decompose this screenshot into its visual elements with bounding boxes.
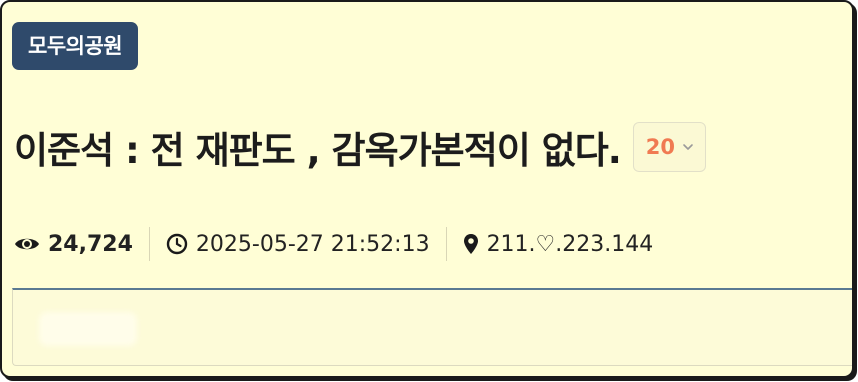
comment-count: 20 (645, 135, 676, 159)
post-datetime: 2025-05-27 21:52:13 (195, 231, 430, 257)
comment-count-button[interactable]: 20 (632, 122, 707, 172)
meta-divider (148, 227, 150, 261)
title-row: 이준석 : 전 재판도 , 감옥가본적이 없다. 20 (14, 120, 707, 174)
view-count: 24,724 (48, 231, 133, 257)
category-badge[interactable]: 모두의공원 (12, 22, 139, 70)
meta-divider (445, 227, 447, 261)
view-count-item: 24,724 (14, 232, 133, 257)
chevron-down-icon (681, 140, 695, 154)
poster-ip: 211.♡.223.144 (486, 231, 654, 257)
post-meta: 24,724 2025-05-27 21:52:13 211.♡.223.144 (14, 226, 653, 262)
datetime-item: 2025-05-27 21:52:13 (166, 232, 430, 257)
post-header-panel: 모두의공원 이준석 : 전 재판도 , 감옥가본적이 없다. 20 24,724 (0, 0, 854, 378)
map-marker-icon (463, 233, 479, 255)
content-placeholder (39, 312, 137, 346)
post-title: 이준석 : 전 재판도 , 감옥가본적이 없다. (14, 129, 622, 172)
post-content (12, 288, 852, 366)
ip-item: 211.♡.223.144 (463, 231, 654, 257)
clock-icon (166, 233, 188, 255)
eye-icon (14, 235, 40, 253)
